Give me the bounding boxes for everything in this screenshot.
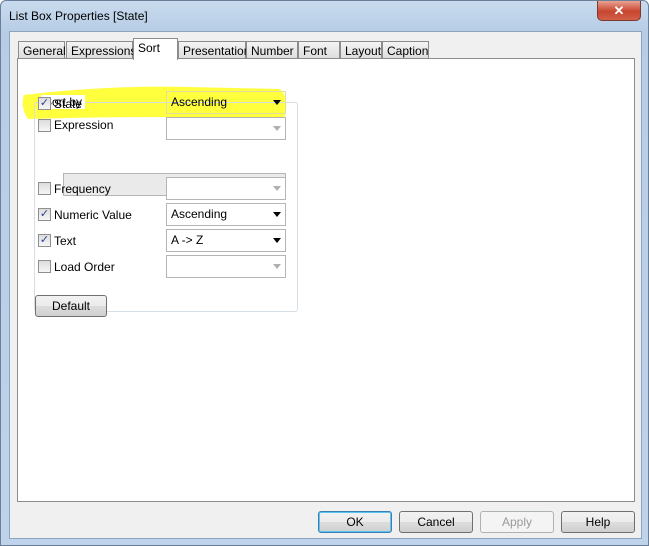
- numeric-value-sort-value: Ascending: [171, 207, 228, 221]
- chevron-down-icon: [273, 126, 281, 131]
- load-order-sort-dropdown[interactable]: [166, 255, 286, 278]
- tab-layout[interactable]: Layout: [340, 41, 382, 59]
- ok-button[interactable]: OK: [318, 511, 392, 533]
- dialog-window: List Box Properties [State] ✕ General Ex…: [0, 0, 649, 546]
- tab-expressions[interactable]: Expressions: [66, 41, 136, 59]
- default-button[interactable]: Default: [35, 295, 107, 317]
- sort-tab-panel: Sort by ✓ State Ascending Expression Fre…: [17, 58, 635, 502]
- close-icon: ✕: [613, 3, 625, 18]
- chevron-down-icon: [273, 264, 281, 269]
- expression-sort-dropdown[interactable]: [166, 117, 286, 140]
- numeric-value-label: Numeric Value: [54, 208, 132, 222]
- tab-font[interactable]: Font: [298, 41, 340, 59]
- close-button[interactable]: ✕: [597, 1, 641, 21]
- tab-general[interactable]: General: [18, 41, 66, 59]
- chevron-down-icon: [273, 238, 281, 243]
- load-order-label: Load Order: [54, 260, 115, 274]
- state-sort-value: Ascending: [171, 95, 228, 109]
- tab-presentation[interactable]: Presentation: [178, 41, 250, 59]
- text-sort-dropdown[interactable]: A -> Z: [166, 229, 286, 252]
- frequency-checkbox[interactable]: [38, 182, 51, 195]
- chevron-down-icon: [273, 100, 281, 105]
- numeric-value-checkbox[interactable]: ✓: [38, 208, 51, 221]
- tab-caption[interactable]: Caption: [382, 41, 429, 59]
- expression-checkbox[interactable]: [38, 119, 51, 132]
- window-title: List Box Properties [State]: [9, 9, 148, 23]
- state-label: State: [54, 97, 83, 111]
- numeric-value-sort-dropdown[interactable]: Ascending: [166, 203, 286, 226]
- text-label: Text: [54, 234, 77, 248]
- tab-number[interactable]: Number: [246, 41, 298, 59]
- frequency-sort-dropdown[interactable]: [166, 177, 286, 200]
- help-button[interactable]: Help: [561, 511, 635, 533]
- cancel-button[interactable]: Cancel: [399, 511, 473, 533]
- text-sort-value: A -> Z: [171, 233, 204, 247]
- apply-button[interactable]: Apply: [480, 511, 554, 533]
- dialog-client: General Expressions Sort Presentation Nu…: [9, 31, 642, 539]
- text-checkbox[interactable]: ✓: [38, 234, 51, 247]
- frequency-label: Frequency: [54, 182, 111, 196]
- state-sort-dropdown[interactable]: Ascending: [166, 91, 286, 114]
- load-order-checkbox[interactable]: [38, 260, 51, 273]
- chevron-down-icon: [273, 212, 281, 217]
- expression-label: Expression: [54, 118, 114, 132]
- state-checkbox[interactable]: ✓: [38, 97, 51, 110]
- tab-sort[interactable]: Sort: [133, 38, 178, 60]
- chevron-down-icon: [273, 186, 281, 191]
